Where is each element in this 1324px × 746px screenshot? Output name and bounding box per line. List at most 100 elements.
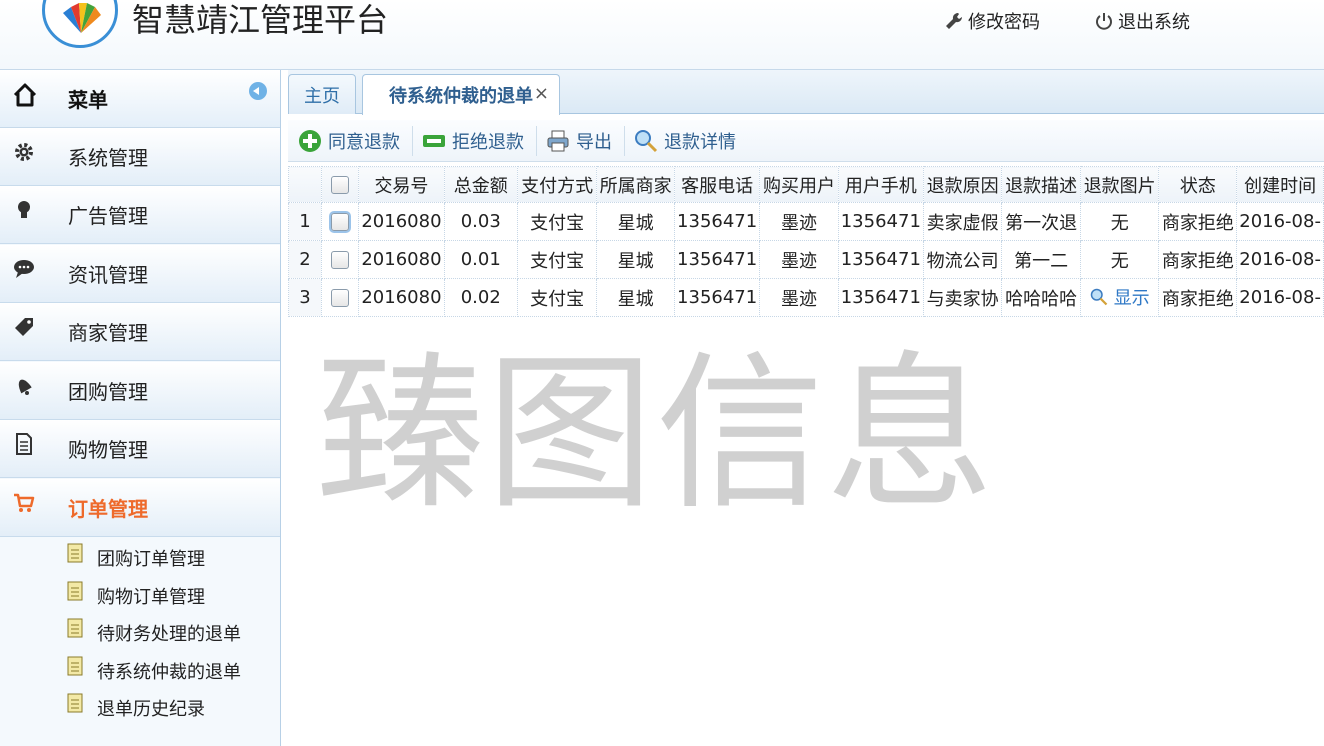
table-row[interactable]: 1 2016080 0.03 支付宝 星城 1356471 墨迹 1356471… (288, 202, 1324, 241)
status-cell: 商家拒绝 (1158, 240, 1238, 279)
change-password-button[interactable]: 修改密码 (944, 8, 1040, 34)
refund-details-button[interactable]: 退款详情 (634, 126, 736, 156)
sidebar-item-label: 资讯管理 (68, 263, 148, 287)
tab-arbitration-refunds[interactable]: 待系统仲裁的退单 × (362, 74, 560, 115)
show-image-link[interactable]: 显示 (1090, 284, 1150, 310)
service-phone-cell: 1356471 (674, 240, 761, 279)
gear-icon (15, 143, 33, 161)
main-panel: 主页 待系统仲裁的退单 × 同意退款 拒绝退款 导出 退款详情 交易号 总金额 … (288, 70, 1324, 746)
created-cell: 2016-08- (1236, 278, 1324, 317)
column-header[interactable]: 退款图片 (1079, 166, 1160, 203)
buyer-cell: 墨迹 (759, 202, 839, 241)
subitem-refund-history[interactable]: 退单历史纪录 (0, 687, 280, 725)
tab-active-label: 待系统仲裁的退单 (389, 86, 533, 107)
note-icon (67, 581, 83, 601)
sidebar-item-orders[interactable]: 订单管理 (0, 479, 280, 537)
subitem-arbitration-refunds[interactable]: 待系统仲裁的退单 (0, 650, 280, 688)
service-phone-cell: 1356471 (674, 202, 761, 241)
magnifier-icon (635, 130, 658, 153)
description-cell: 第一二 (1001, 240, 1081, 279)
menu-header: 菜单 (0, 70, 280, 128)
export-label: 导出 (576, 132, 612, 153)
plus-icon (299, 130, 321, 152)
export-button[interactable]: 导出 (546, 126, 612, 156)
sidebar-item-merchants[interactable]: 商家管理 (0, 303, 280, 361)
subitem-shopping-orders[interactable]: 购物订单管理 (0, 575, 280, 613)
subitem-label: 团购订单管理 (97, 549, 205, 570)
tab-home-label: 主页 (304, 85, 340, 107)
subitem-label: 待财务处理的退单 (97, 624, 241, 645)
pay-method-cell: 支付宝 (517, 278, 598, 317)
column-header[interactable]: 支付方式 (517, 166, 598, 203)
subitem-label: 退单历史纪录 (97, 699, 205, 720)
cart-icon (14, 493, 35, 512)
buyer-cell: 墨迹 (759, 278, 839, 317)
tab-close-icon[interactable]: × (534, 83, 549, 104)
column-header[interactable]: 购买用户 (759, 166, 839, 203)
reason-cell: 与卖家协 (922, 278, 1003, 317)
sidebar-item-shopping[interactable]: 购物管理 (0, 420, 280, 478)
sidebar-item-label: 订单管理 (68, 497, 148, 521)
column-header[interactable]: 客服电话 (674, 166, 761, 203)
merchant-cell: 星城 (596, 278, 676, 317)
sidebar-item-ads[interactable]: 广告管理 (0, 186, 280, 244)
row-checkbox[interactable] (331, 289, 350, 307)
row-checkbox[interactable] (331, 251, 350, 269)
row-checkbox[interactable] (331, 213, 350, 231)
document-icon (16, 433, 32, 455)
row-select-cell (320, 240, 360, 279)
image-cell: 无 (1079, 240, 1160, 279)
reject-refund-label: 拒绝退款 (452, 132, 524, 153)
column-header[interactable]: 总金额 (443, 166, 519, 203)
tag-icon (15, 318, 33, 336)
service-phone-cell: 1356471 (674, 278, 761, 317)
sidebar-item-label: 团购管理 (68, 380, 148, 404)
show-image-label: 显示 (1113, 288, 1150, 309)
column-header[interactable]: 退款原因 (922, 166, 1003, 203)
sidebar-item-label: 商家管理 (68, 321, 148, 345)
row-number: 2 (288, 240, 322, 279)
sidebar-item-groupbuy[interactable]: 团购管理 (0, 362, 280, 420)
description-cell: 哈哈哈哈 (1001, 278, 1081, 317)
sidebar-item-system[interactable]: 系统管理 (0, 128, 280, 186)
agree-refund-button[interactable]: 同意退款 (298, 126, 400, 156)
subitem-label: 待系统仲裁的退单 (97, 662, 241, 683)
table-header-row: 交易号 总金额 支付方式 所属商家 客服电话 购买用户 用户手机 退款原因 退款… (288, 166, 1324, 203)
column-header[interactable]: 创建时间 (1236, 166, 1324, 203)
sidebar-item-label: 系统管理 (68, 146, 148, 170)
select-all-checkbox[interactable] (331, 176, 350, 194)
select-all-cell (320, 166, 360, 203)
column-header[interactable]: 交易号 (358, 166, 445, 203)
mobile-cell: 1356471 (837, 202, 924, 241)
collapse-sidebar-icon[interactable] (249, 82, 267, 100)
sidebar-item-label: 购物管理 (68, 438, 148, 462)
refund-table: 交易号 总金额 支付方式 所属商家 客服电话 购买用户 用户手机 退款原因 退款… (288, 166, 1324, 317)
column-header[interactable]: 用户手机 (837, 166, 924, 203)
home-icon (13, 83, 37, 107)
column-header[interactable]: 状态 (1158, 166, 1238, 203)
status-cell: 商家拒绝 (1158, 202, 1238, 241)
rownum-header (288, 166, 322, 203)
logout-button[interactable]: 退出系统 (1094, 8, 1190, 34)
pay-method-cell: 支付宝 (517, 202, 598, 241)
subitem-finance-refunds[interactable]: 待财务处理的退单 (0, 612, 280, 650)
trade-no-cell: 2016080 (358, 278, 445, 317)
subitem-groupbuy-orders[interactable]: 团购订单管理 (0, 537, 280, 575)
app-logo (42, 0, 118, 48)
amount-cell: 0.03 (443, 202, 519, 241)
reject-refund-button[interactable]: 拒绝退款 (422, 126, 524, 156)
power-icon (1096, 13, 1112, 30)
pay-method-cell: 支付宝 (517, 240, 598, 279)
table-row[interactable]: 3 2016080 0.02 支付宝 星城 1356471 墨迹 1356471… (288, 278, 1324, 317)
change-password-label: 修改密码 (968, 12, 1040, 33)
note-icon (67, 543, 83, 563)
minus-icon (423, 135, 445, 147)
refund-details-label: 退款详情 (664, 132, 736, 153)
description-cell: 第一次退 (1001, 202, 1081, 241)
sidebar-item-news[interactable]: 资讯管理 (0, 245, 280, 303)
column-header[interactable]: 退款描述 (1001, 166, 1081, 203)
table-row[interactable]: 2 2016080 0.01 支付宝 星城 1356471 墨迹 1356471… (288, 240, 1324, 279)
column-header[interactable]: 所属商家 (596, 166, 676, 203)
toolbar: 同意退款 拒绝退款 导出 退款详情 (288, 120, 1324, 162)
tab-home[interactable]: 主页 (288, 74, 356, 114)
